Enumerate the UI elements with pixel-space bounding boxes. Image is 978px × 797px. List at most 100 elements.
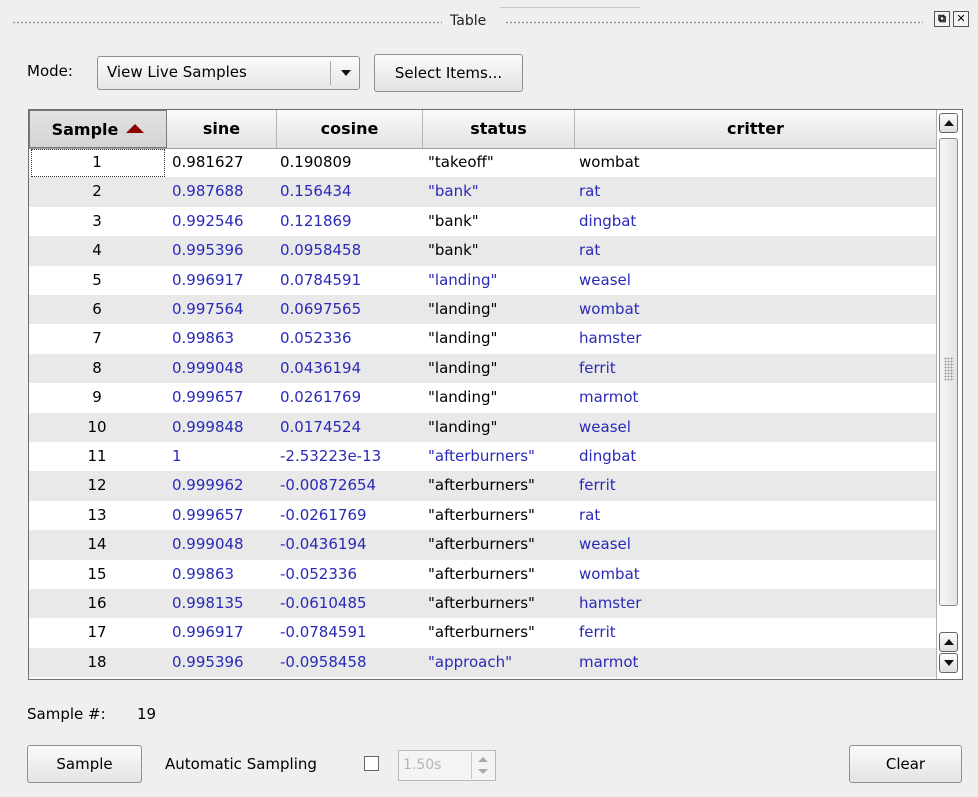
table-row[interactable]: 3 0.992546 0.121869 "bank" dingbat [29,207,937,236]
cell-cosine: 0.052336 [280,329,352,348]
cell-sample: 11 [87,447,107,465]
sample-button[interactable]: Sample [27,745,142,783]
table-row[interactable]: 16 0.998135 -0.0610485 "afterburners" hamste… [29,589,937,619]
table-row[interactable]: 8 0.999048 0.0436194 "landing" ferrit [29,353,937,384]
cell-sine: 0.999848 [172,417,244,436]
cell-sine: 0.999048 [172,358,244,377]
column-header-cosine[interactable]: cosine [277,110,423,148]
cell-cosine: -0.0436194 [280,535,367,554]
table-row[interactable]: 10 0.999848 0.0174524 "landing" weasel [29,412,937,442]
sort-ascending-icon [126,124,145,133]
cell-critter: ferrit [579,476,616,495]
cell-status: "landing" [428,300,498,318]
cell-sine: 0.981627 [172,153,244,171]
cell-sample: 6 [92,300,102,318]
cell-sample: 8 [92,358,102,377]
chevron-down-icon [341,70,351,76]
cell-critter: weasel [579,417,631,436]
cell-cosine: -0.0958458 [280,652,367,671]
cell-status: "afterburners" [428,623,535,642]
cell-status: "landing" [428,417,498,436]
cell-critter: ferrit [579,623,616,642]
table-row[interactable]: 18 0.995396 -0.0958458 "approach" marmot [29,647,937,678]
title-grip-left[interactable] [12,21,442,24]
column-header-critter[interactable]: critter [575,110,937,148]
select-items-button[interactable]: Select Items... [374,54,523,92]
mode-selected-value: View Live Samples [107,63,247,81]
column-header-status[interactable]: status [423,110,575,148]
cell-critter: rat [579,241,601,260]
sample-number-label: Sample #: [27,705,106,723]
clear-button[interactable]: Clear [849,745,962,783]
arrow-down-icon [478,769,488,774]
column-header-sample[interactable]: Sample [29,110,167,148]
cell-cosine: -0.052336 [280,564,357,583]
scrollbar-thumb[interactable] [939,138,958,606]
table-row[interactable]: 14 0.999048 -0.0436194 "afterburners" weasel [29,530,937,560]
table-row[interactable]: 9 0.999657 0.0261769 "landing" marmot [29,383,937,412]
table-row[interactable]: 5 0.996917 0.0784591 "landing" weasel [29,266,937,295]
cell-cosine: 0.0784591 [280,270,362,289]
table-body: 1 0.981627 0.190809 "takeoff" wombat 2 0.98768… [29,148,937,679]
combo-separator [330,61,331,85]
automatic-sampling-checkbox[interactable] [364,756,379,771]
cell-critter: wombat [579,564,640,583]
cell-cosine: -0.0784591 [280,623,367,642]
cell-sine: 0.995396 [172,652,244,671]
table-header: Sample sine cosine status critter [29,110,937,149]
cell-status: "afterburners" [428,476,535,495]
float-icon[interactable]: ⧉ [934,11,950,27]
cell-sample: 5 [92,270,102,289]
cell-status: "approach" [428,652,512,671]
cell-sine: 0.995396 [172,241,244,260]
arrow-up-icon [944,120,954,126]
cell-cosine: 0.0174524 [280,417,362,436]
cell-sample: 15 [87,564,107,583]
cell-sine: 0.996917 [172,270,244,289]
cell-status: "afterburners" [428,594,535,612]
cell-cosine: 0.0697565 [280,300,362,318]
vertical-scrollbar[interactable] [936,110,962,679]
column-header-sine[interactable]: sine [167,110,277,148]
close-icon[interactable]: ✕ [953,11,969,27]
grip-icon [944,357,954,381]
cell-status: "afterburners" [428,535,535,554]
table-row[interactable]: 15 0.99863 -0.052336 "afterburners" wombat [29,560,937,589]
table-row[interactable]: 6 0.997564 0.0697565 "landing" wombat [29,295,937,325]
cell-critter: dingbat [579,447,637,465]
cell-sample: 2 [92,182,102,201]
window-title: Table [450,13,487,29]
cell-status: "afterburners" [428,505,535,524]
scroll-up-button[interactable] [939,113,958,133]
table-row[interactable]: 7 0.99863 0.052336 "landing" hamster [29,324,937,353]
cell-critter: wombat [579,300,640,318]
interval-spinbox: 1.50s [398,750,496,781]
cell-sample: 13 [87,505,107,524]
table-row[interactable]: 1 0.981627 0.190809 "takeoff" wombat [29,148,937,177]
cell-sample: 18 [87,652,107,671]
cell-critter: marmot [579,388,639,407]
cell-sine: 0.987688 [172,182,244,201]
table-row[interactable]: 17 0.996917 -0.0784591 "afterburners" ferrit [29,618,937,647]
table-row[interactable]: 2 0.987688 0.156434 "bank" rat [29,177,937,207]
scroll-up-button-bottom[interactable] [939,632,958,652]
arrow-down-icon [944,660,954,666]
cell-sine: 0.999048 [172,535,244,554]
table-row[interactable]: 13 0.999657 -0.0261769 "afterburners" rat [29,501,937,530]
cell-sine: 0.998135 [172,594,244,612]
table-row[interactable]: 4 0.995396 0.0958458 "bank" rat [29,236,937,266]
table-row[interactable]: 12 0.999962 -0.00872654 "afterburners" ferri… [29,471,937,501]
cell-critter: rat [579,505,601,524]
cell-critter: wombat [579,153,640,171]
cell-critter: hamster [579,594,642,612]
cell-sample: 10 [87,417,107,436]
cell-sine: 0.992546 [172,211,244,230]
scroll-down-button[interactable] [939,653,958,673]
table-row[interactable]: 11 1 -2.53223e-13 "afterburners" dingbat [29,442,937,471]
samples-table[interactable]: Sample sine cosine status critter 1 0.981… [28,109,963,680]
cell-sine: 0.999962 [172,476,244,495]
mode-combobox[interactable]: View Live Samples [97,56,360,90]
cell-cosine: 0.0261769 [280,388,362,407]
title-grip-right[interactable] [505,21,923,24]
cell-sample: 9 [92,388,102,407]
